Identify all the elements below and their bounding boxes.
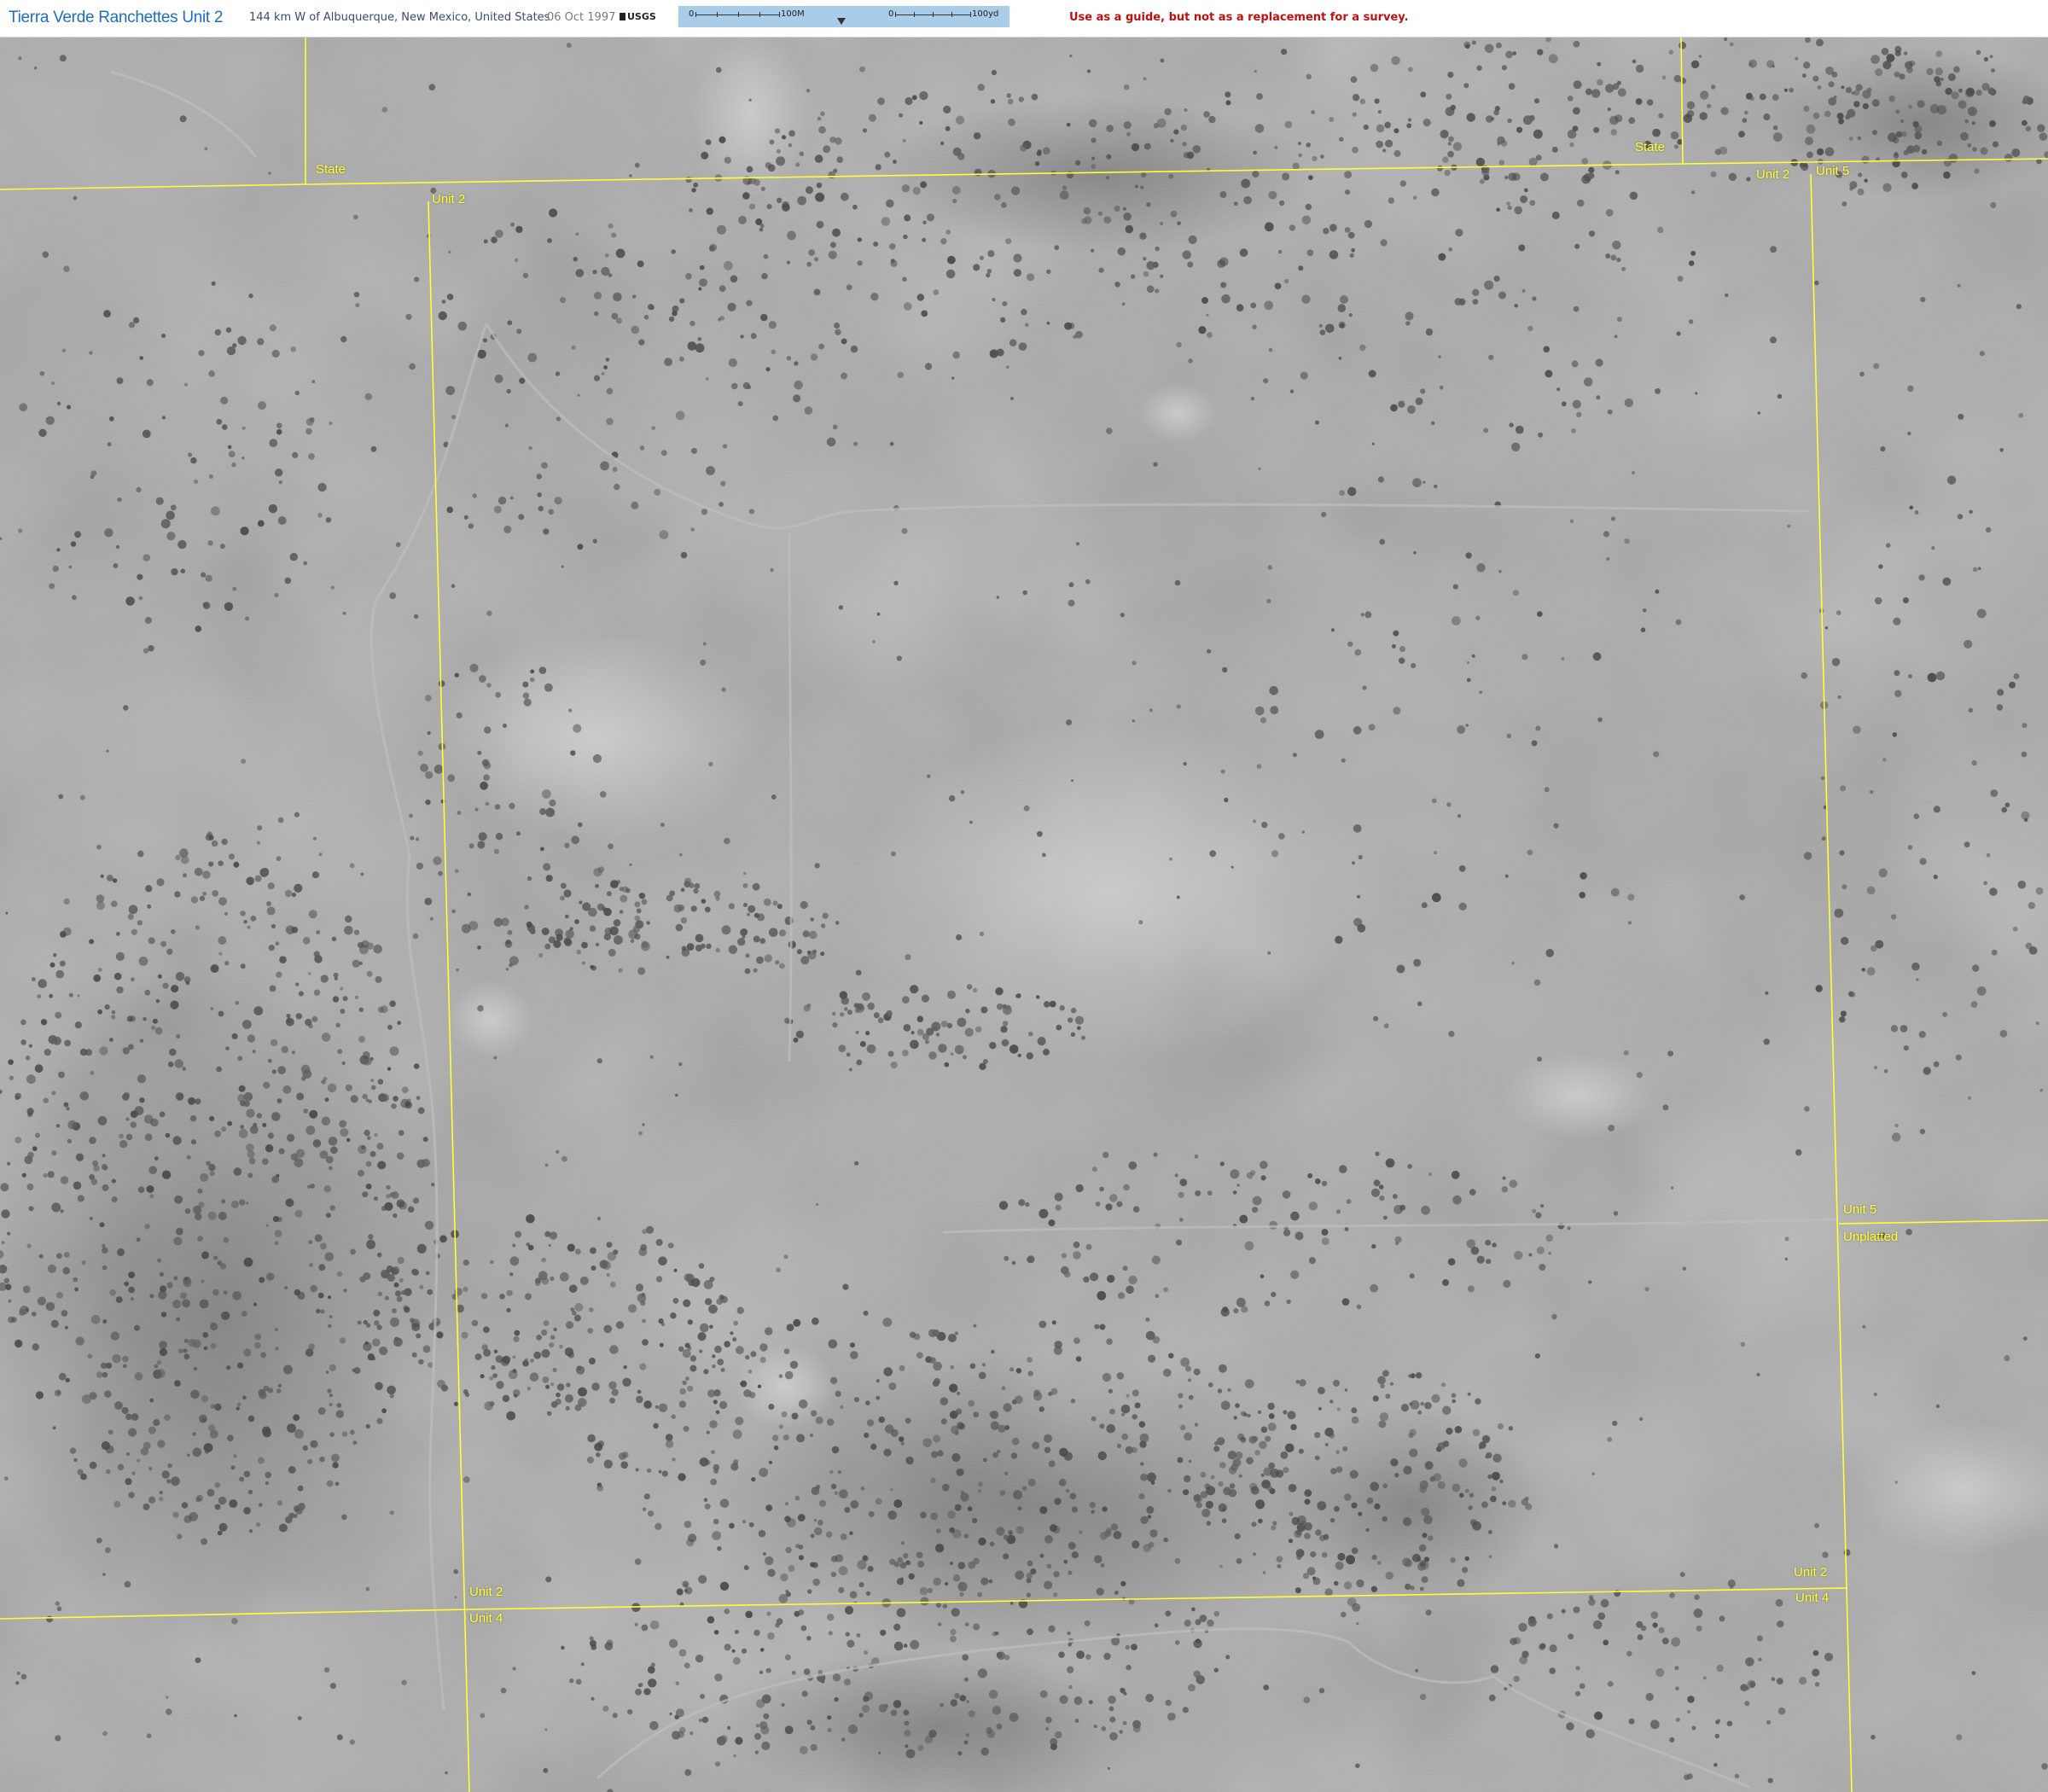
imagery-date: 06 Oct 1997 — [547, 11, 616, 24]
scale-tick — [759, 12, 760, 17]
scale-bar[interactable]: 0 100M 0 100yd — [678, 6, 1009, 27]
parcel-label-state[interactable]: State — [316, 162, 346, 177]
scale-tick — [951, 12, 952, 17]
scale-imperial-end: 100yd — [972, 9, 999, 19]
aerial-imagery[interactable] — [0, 38, 2048, 1792]
survey-disclaimer: Use as a guide, but not as a replacement… — [1069, 11, 1409, 24]
scale-toggle-icon[interactable] — [837, 18, 846, 25]
parcel-label-unit-5[interactable]: Unit 5 — [1843, 1202, 1876, 1217]
parcel-label-unit-4[interactable]: Unit 4 — [1795, 1591, 1829, 1605]
location-text: 144 km W of Albuquerque, New Mexico, Uni… — [249, 11, 550, 24]
parcel-label-unit-5[interactable]: Unit 5 — [1816, 164, 1849, 178]
parcel-label-unit-2[interactable]: Unit 2 — [469, 1585, 503, 1599]
scale-metric-end: 100M — [781, 9, 805, 19]
usgs-logo: USGS — [620, 11, 656, 22]
scale-tick — [738, 12, 739, 17]
scale-tick — [914, 12, 915, 17]
parcel-label-unit-2[interactable]: Unit 2 — [1756, 167, 1789, 182]
parcel-label-unit-4[interactable]: Unit 4 — [469, 1611, 503, 1626]
parcel-label-state[interactable]: State — [1635, 140, 1665, 154]
parcel-label-unplatted[interactable]: Unplatted — [1843, 1230, 1898, 1244]
scale-tick — [779, 12, 780, 17]
scale-tick — [933, 12, 934, 17]
scale-tick — [695, 12, 696, 17]
scale-tick — [970, 12, 971, 17]
scale-tick — [895, 12, 896, 17]
film-grain — [0, 38, 2048, 1792]
parcel-label-unit-2[interactable]: Unit 2 — [432, 192, 465, 207]
usgs-logo-icon — [620, 13, 625, 20]
map-view[interactable]: State State Unit 2 Unit 2 Unit 5 Unit 5 … — [0, 38, 2048, 1792]
map-title: Tierra Verde Ranchettes Unit 2 — [9, 9, 224, 26]
map-header: Tierra Verde Ranchettes Unit 2 144 km W … — [0, 0, 2048, 38]
scale-imperial-start: 0 — [888, 9, 894, 19]
usgs-logo-text: USGS — [627, 11, 656, 22]
scale-tick — [717, 12, 718, 17]
scale-metric-start: 0 — [689, 9, 695, 19]
parcel-label-unit-2[interactable]: Unit 2 — [1794, 1565, 1827, 1580]
